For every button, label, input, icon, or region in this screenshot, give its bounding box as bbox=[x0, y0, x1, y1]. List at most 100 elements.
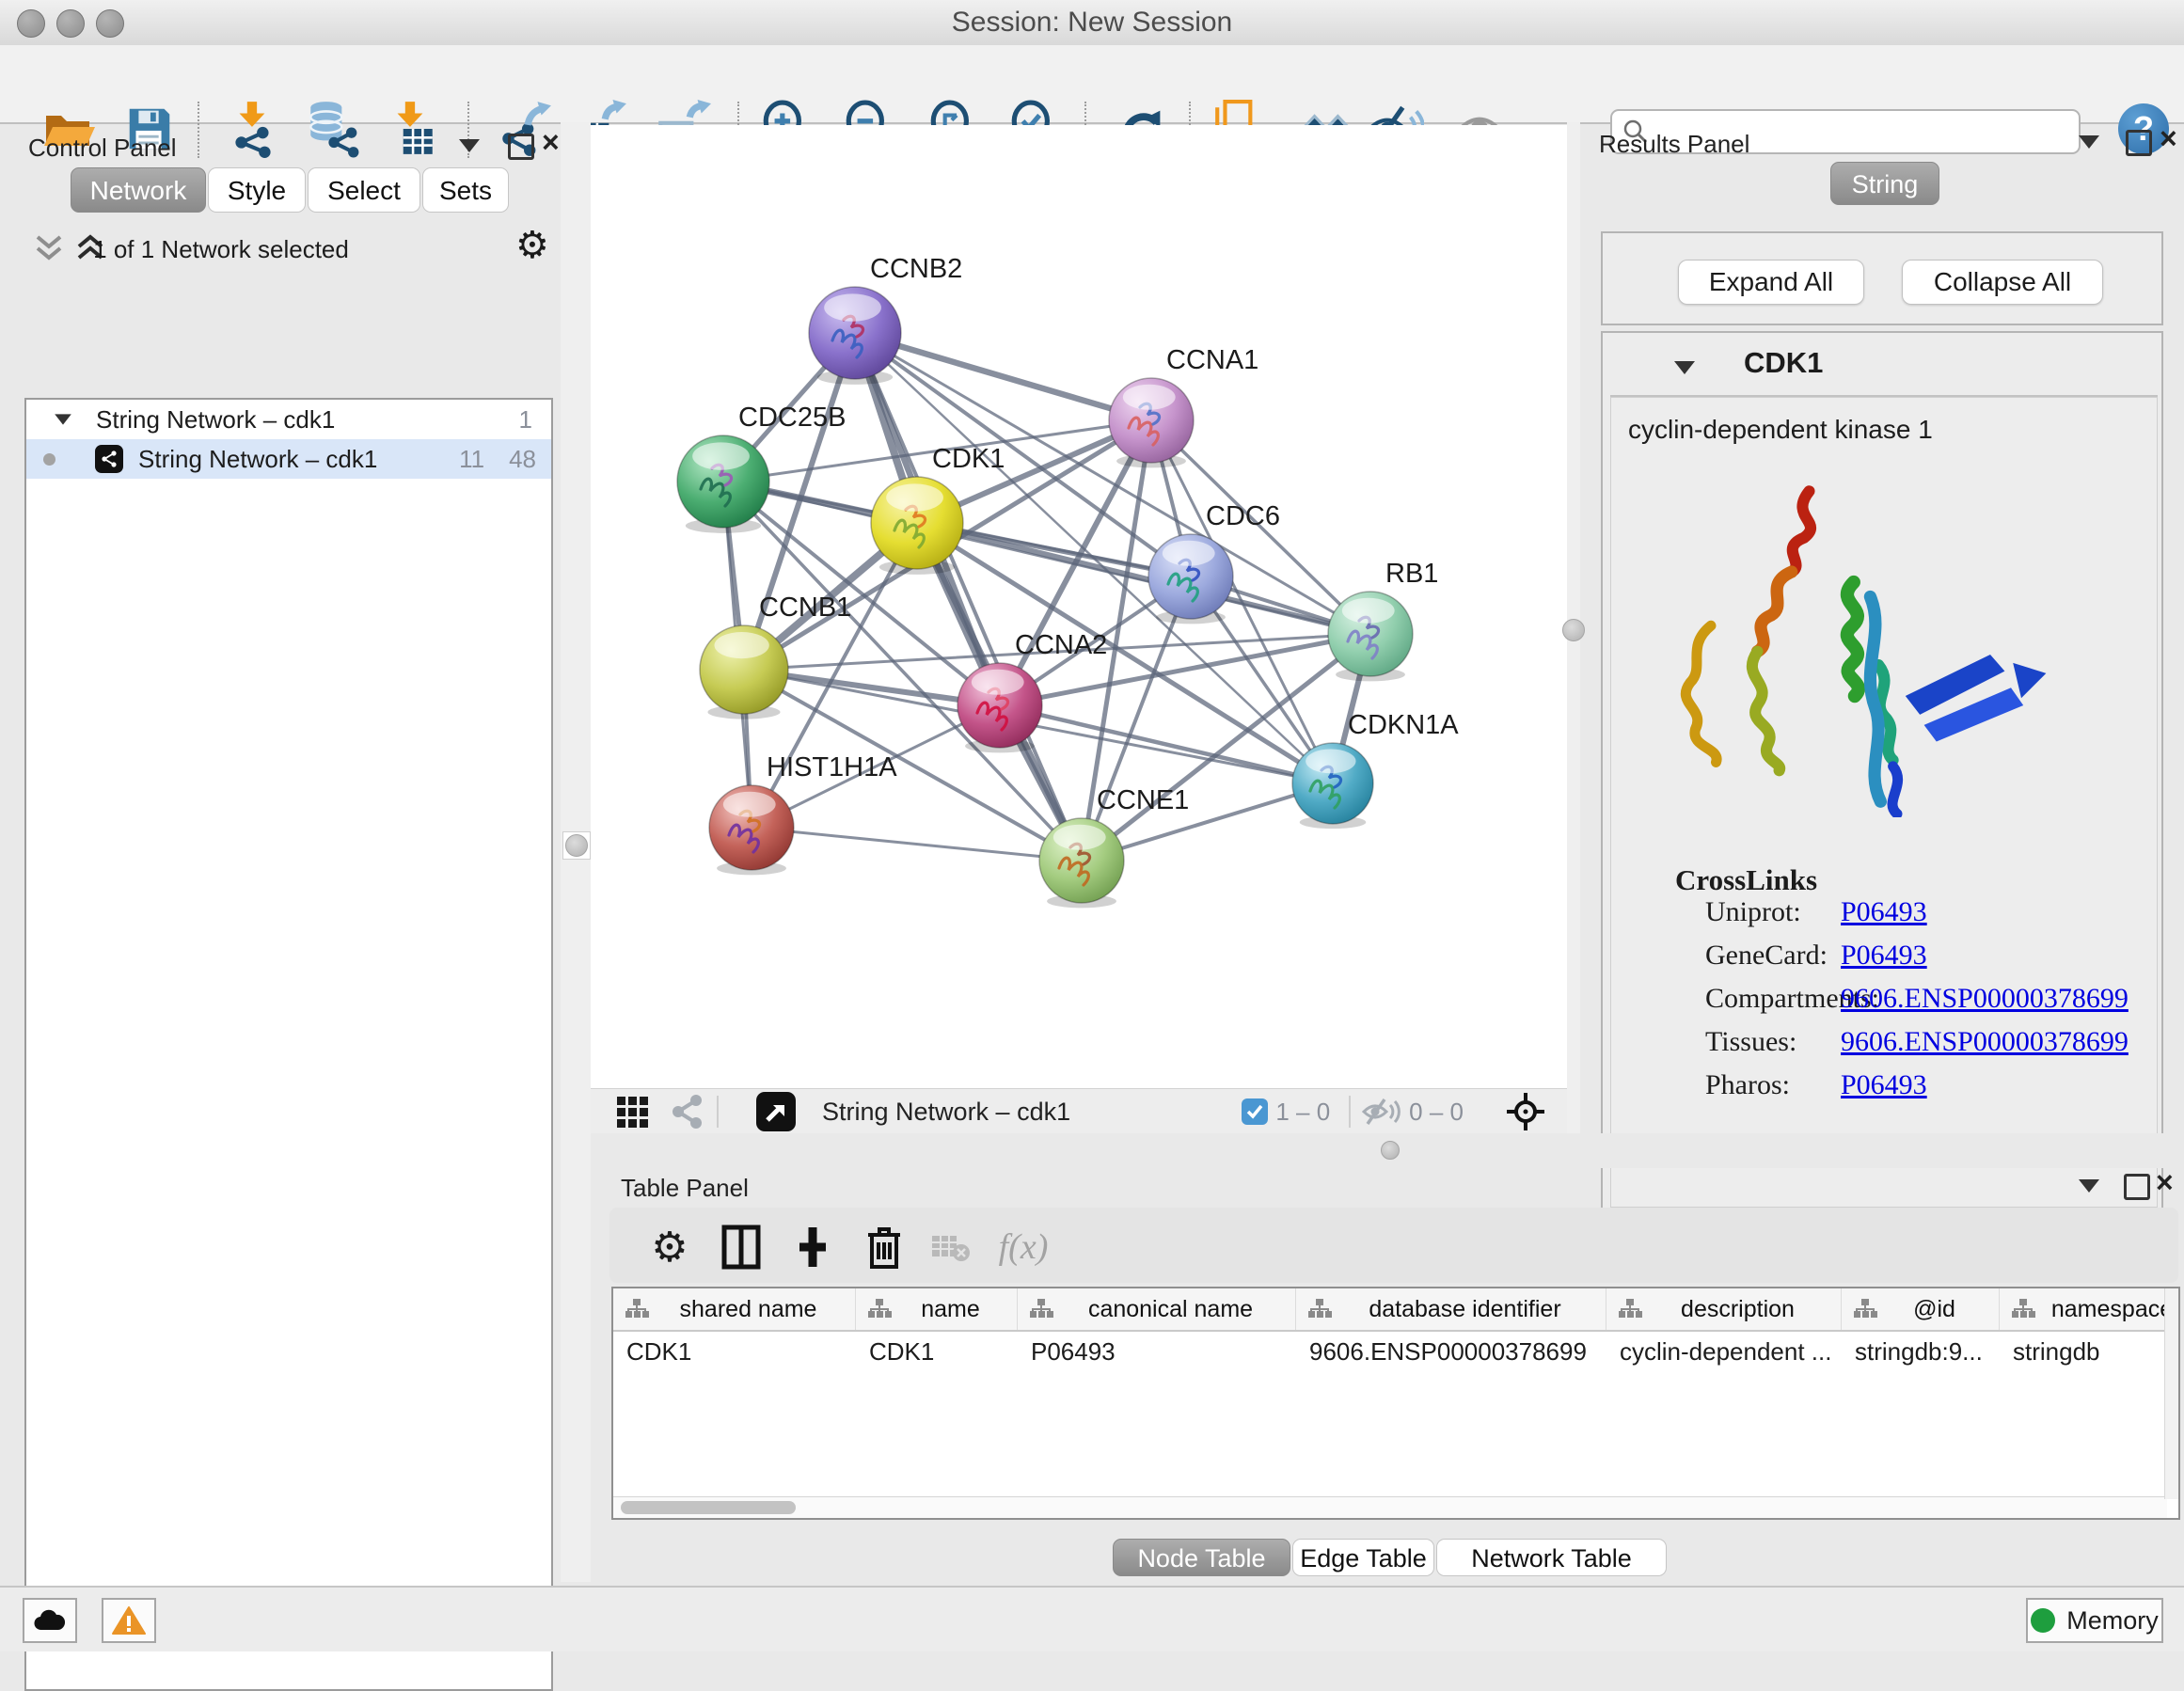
results-panel: Results Panel × String Expand All Collap… bbox=[1580, 122, 2184, 1168]
network-collection-row[interactable]: String Network – cdk1 1 bbox=[26, 400, 551, 439]
share-view-icon[interactable] bbox=[668, 1093, 705, 1130]
table-panel: Table Panel × ⚙ f(x) shared namenam bbox=[591, 1168, 2184, 1582]
string-network-icon bbox=[95, 445, 123, 473]
warnings-button[interactable] bbox=[102, 1598, 156, 1643]
current-network-dot-icon bbox=[43, 453, 55, 466]
splitter-handle[interactable] bbox=[562, 831, 591, 860]
control-panel: Control Panel × Network Style Select Set… bbox=[0, 122, 561, 1582]
column-header-@id[interactable]: @id bbox=[1842, 1288, 2000, 1330]
node-CCNE1[interactable]: CCNE1 bbox=[1039, 785, 1189, 908]
collection-count: 1 bbox=[519, 405, 532, 435]
right-splitter[interactable] bbox=[1567, 122, 1580, 1168]
column-header-canonical-name[interactable]: canonical name bbox=[1018, 1288, 1296, 1330]
birdseye-toggle-button[interactable] bbox=[756, 1092, 796, 1131]
protein-structure-image bbox=[1649, 460, 2063, 817]
memory-status-dot bbox=[2031, 1608, 2055, 1633]
network-canvas[interactable]: CCNB2CCNA1CDC25BCDK1CDC6RB1CCNB1CCNA2CDK… bbox=[591, 125, 1567, 1088]
tab-node-table[interactable]: Node Table bbox=[1113, 1539, 1290, 1576]
section-collapse-icon[interactable] bbox=[1674, 361, 1695, 374]
crosslink-value-link[interactable]: 9606.ENSP00000378699 bbox=[1841, 983, 2129, 1015]
node-label-CDC25B: CDC25B bbox=[738, 403, 846, 433]
tab-edge-table[interactable]: Edge Table bbox=[1292, 1539, 1434, 1576]
cloud-icon bbox=[32, 1607, 68, 1634]
tree-collapse-icon[interactable] bbox=[55, 414, 71, 424]
tab-select[interactable]: Select bbox=[308, 167, 420, 213]
selected-counts: 1 – 0 bbox=[1275, 1098, 1330, 1127]
node-CCNA1[interactable]: CCNA1 bbox=[1109, 345, 1258, 467]
vertical-scrollbar[interactable] bbox=[2164, 1288, 2178, 1499]
node-label-CCNB1: CCNB1 bbox=[759, 593, 851, 623]
column-header-description[interactable]: description bbox=[1606, 1288, 1842, 1330]
bottom-splitter[interactable] bbox=[591, 1133, 2184, 1168]
status-bar: Memory bbox=[0, 1586, 2184, 1651]
crosslink-value-link[interactable]: P06493 bbox=[1841, 1069, 1927, 1101]
node-CDK1[interactable]: CDK1 bbox=[871, 444, 1005, 575]
panel-menu-chevron-icon[interactable] bbox=[459, 139, 480, 152]
node-label-CCNA1: CCNA1 bbox=[1166, 345, 1258, 375]
scrollbar-thumb[interactable] bbox=[621, 1501, 796, 1514]
cloud-button[interactable] bbox=[23, 1598, 77, 1643]
memory-button[interactable]: Memory bbox=[2026, 1598, 2163, 1643]
node-HIST1H1A[interactable]: HIST1H1A bbox=[709, 752, 897, 875]
network-tree: String Network – cdk1 1 String Network –… bbox=[24, 398, 553, 1691]
add-column-icon[interactable] bbox=[786, 1221, 839, 1273]
panel-menu-chevron-icon[interactable] bbox=[2079, 1179, 2099, 1193]
table-row[interactable]: CDK1CDK1P064939606.ENSP00000378699cyclin… bbox=[613, 1332, 2178, 1371]
node-CCNB1[interactable]: CCNB1 bbox=[700, 593, 851, 719]
attribute-hierarchy-icon bbox=[1029, 1298, 1053, 1320]
horizontal-scrollbar[interactable] bbox=[613, 1496, 2167, 1518]
left-splitter[interactable] bbox=[561, 122, 591, 1582]
collapse-all-button[interactable]: Collapse All bbox=[1902, 260, 2103, 305]
delete-column-trash-icon[interactable] bbox=[858, 1221, 910, 1273]
table-cell[interactable]: cyclin-dependent ... bbox=[1606, 1337, 1842, 1367]
table-cell[interactable]: P06493 bbox=[1018, 1337, 1296, 1367]
column-header-name[interactable]: name bbox=[856, 1288, 1018, 1330]
crosslink-value-link[interactable]: P06493 bbox=[1841, 940, 1927, 972]
splitter-handle[interactable] bbox=[1381, 1141, 1400, 1160]
tab-string[interactable]: String bbox=[1830, 162, 1939, 205]
node-CDKN1A[interactable]: CDKN1A bbox=[1292, 710, 1459, 829]
tab-sets[interactable]: Sets bbox=[422, 167, 509, 213]
crosslink-label: Uniprot: bbox=[1705, 896, 1801, 928]
table-cell[interactable]: CDK1 bbox=[613, 1337, 856, 1367]
node-RB1[interactable]: RB1 bbox=[1328, 559, 1438, 681]
network-row[interactable]: String Network – cdk1 11 48 bbox=[26, 439, 551, 479]
column-header-database-identifier[interactable]: database identifier bbox=[1296, 1288, 1606, 1330]
expand-all-button[interactable]: Expand All bbox=[1678, 260, 1864, 305]
grid-view-icon[interactable] bbox=[615, 1095, 649, 1129]
network-options-gear-icon[interactable]: ⚙ bbox=[515, 224, 549, 267]
edge-count: 48 bbox=[509, 445, 536, 474]
column-header-namespace[interactable]: namespace bbox=[2000, 1288, 2184, 1330]
results-panel-title: Results Panel bbox=[1599, 130, 1749, 159]
selected-checkbox[interactable] bbox=[1242, 1098, 1268, 1125]
crosslink-label: Tissues: bbox=[1705, 1026, 1796, 1058]
edge-CCNA2-CDKN1A[interactable] bbox=[1000, 705, 1333, 783]
panel-float-icon[interactable] bbox=[2124, 1174, 2150, 1200]
table-cell[interactable]: stringdb:9... bbox=[1842, 1337, 2000, 1367]
table-settings-gear-icon[interactable]: ⚙ bbox=[643, 1221, 696, 1273]
panel-menu-chevron-icon[interactable] bbox=[2079, 135, 2099, 149]
tab-style[interactable]: Style bbox=[208, 167, 306, 213]
network-view-toolbar: String Network – cdk1 1 – 0 0 – 0 bbox=[591, 1088, 1567, 1135]
table-cell[interactable]: 9606.ENSP00000378699 bbox=[1296, 1337, 1606, 1367]
panel-float-icon[interactable] bbox=[508, 134, 534, 160]
edge-CDK1-RB1[interactable] bbox=[917, 523, 1370, 634]
panel-close-icon[interactable]: × bbox=[2156, 1172, 2174, 1193]
panel-close-icon[interactable]: × bbox=[542, 132, 560, 152]
crosshair-icon[interactable] bbox=[1505, 1091, 1546, 1132]
tab-network-table[interactable]: Network Table bbox=[1436, 1539, 1667, 1576]
gene-name: CDK1 bbox=[1744, 346, 1823, 380]
crosslink-value-link[interactable]: P06493 bbox=[1841, 896, 1927, 928]
crosslink-value-link[interactable]: 9606.ENSP00000378699 bbox=[1841, 1026, 2129, 1058]
table-cell[interactable]: stringdb bbox=[2000, 1337, 2184, 1367]
show-columns-icon[interactable] bbox=[715, 1221, 768, 1273]
node-label-CCNB2: CCNB2 bbox=[870, 254, 962, 284]
node-CCNB2[interactable]: CCNB2 bbox=[809, 254, 962, 385]
panel-close-icon[interactable]: × bbox=[2160, 128, 2177, 149]
node-label-CCNA2: CCNA2 bbox=[1015, 630, 1107, 660]
column-header-shared-name[interactable]: shared name bbox=[613, 1288, 856, 1330]
expand-collapse-box: Expand All Collapse All bbox=[1601, 231, 2163, 325]
panel-float-icon[interactable] bbox=[2126, 130, 2152, 156]
tab-network[interactable]: Network bbox=[71, 167, 206, 213]
table-cell[interactable]: CDK1 bbox=[856, 1337, 1018, 1367]
